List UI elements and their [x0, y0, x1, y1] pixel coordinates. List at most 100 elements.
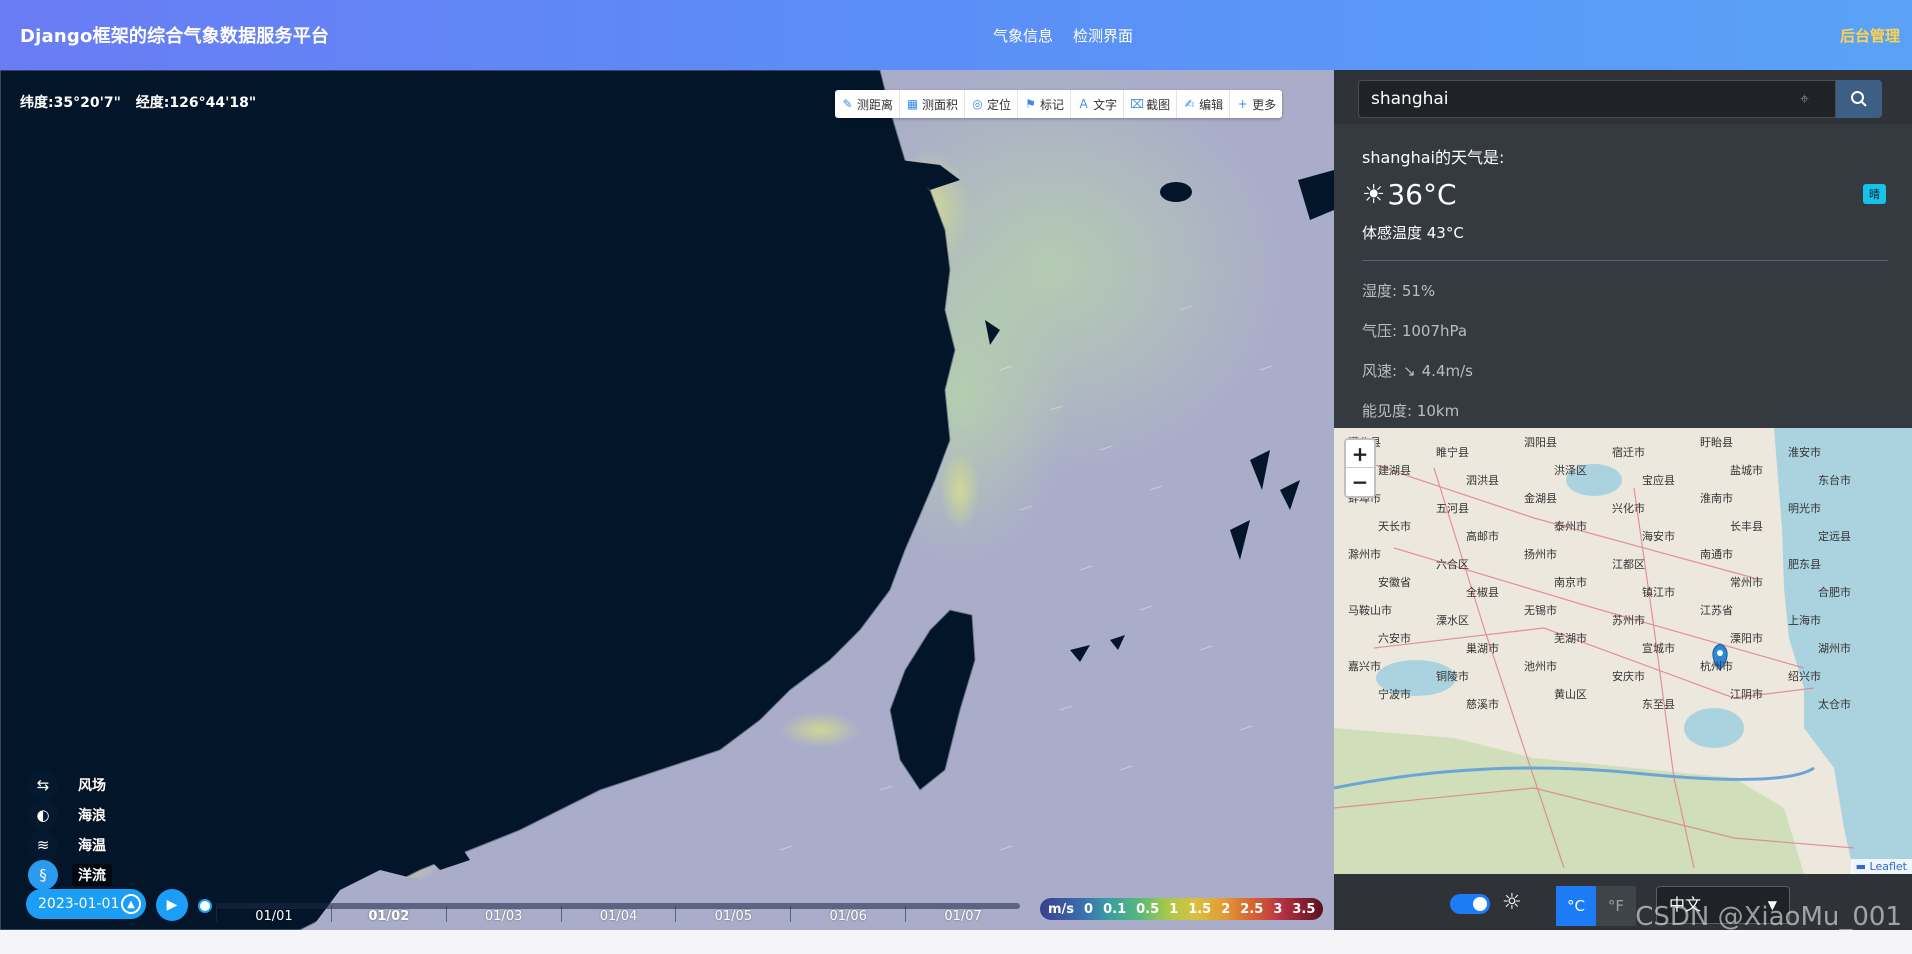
speed-legend: m/s 0 0.1 0.5 1 1.5 2 2.5 3 3.5 [1040, 898, 1324, 920]
layer-label: 海浪 [78, 808, 106, 824]
top-nav: 气象信息 检测界面 [993, 25, 1133, 46]
minimap-zoom: + − [1344, 438, 1376, 498]
unit-celsius-button[interactable]: °C [1556, 886, 1596, 926]
timeline-day[interactable]: 01/07 [905, 906, 1020, 924]
place-label: 长丰县 [1730, 520, 1763, 533]
tool-more[interactable]: + 更多 [1230, 90, 1282, 118]
place-label: 池州市 [1524, 660, 1557, 673]
legend-value: 3.5 [1292, 901, 1316, 917]
ukraine-flag-icon: ▬ [1855, 860, 1867, 873]
place-label: 南通市 [1700, 548, 1733, 561]
zoom-in-button[interactable]: + [1346, 440, 1374, 468]
layer-label: 洋流 [72, 864, 112, 886]
timeline: 2023-01-01 ▲ ▶ 01/01 01/02 01/03 01/04 0… [26, 886, 1026, 924]
timeline-day[interactable]: 01/06 [790, 906, 905, 924]
city-search: shanghai ⌖ [1358, 80, 1882, 118]
place-label: 溧阳市 [1730, 632, 1763, 645]
tool-mark[interactable]: ⚑ 标记 [1018, 90, 1072, 118]
search-input[interactable]: shanghai [1358, 80, 1836, 118]
layer-wind[interactable]: ⇆ 风场 [28, 770, 158, 800]
pressure: 气压: 1007hPa [1362, 322, 1468, 340]
layer-switcher: ⇆ 风场 ◐ 海浪 ≋ 海温 § 洋流 [28, 770, 158, 890]
place-label: 芜湖市 [1554, 632, 1587, 645]
legend-value: 2 [1221, 901, 1231, 917]
place-label: 宝应县 [1642, 474, 1675, 487]
app-title: Django框架的综合气象数据服务平台 [20, 26, 330, 47]
ruler-icon: ✎ [842, 96, 853, 111]
place-label: 江阴市 [1730, 688, 1763, 701]
tool-measure-area[interactable]: ▦ 测面积 [900, 90, 966, 118]
place-label: 盐城市 [1730, 464, 1763, 477]
app-root: Django框架的综合气象数据服务平台 气象信息 检测界面 后台管理 纬度:35… [0, 0, 1912, 954]
place-label: 苏州市 [1612, 614, 1645, 627]
weather-card: shanghai的天气是: ☀ 36°C 晴 体感温度 43°C 湿度: 51%… [1334, 124, 1912, 428]
nav-detection[interactable]: 检测界面 [1073, 25, 1133, 46]
place-label: 上海市 [1788, 614, 1821, 627]
place-label: 无锡市 [1524, 604, 1557, 617]
timeline-day[interactable]: 01/02 [330, 906, 446, 924]
tool-measure-distance[interactable]: ✎ 测距离 [835, 90, 901, 118]
layer-sea-temp[interactable]: ≋ 海温 [28, 830, 158, 860]
unit-fahrenheit-button[interactable]: °F [1596, 886, 1636, 926]
timeline-day[interactable]: 01/05 [675, 906, 790, 924]
place-label: 宿迁市 [1612, 446, 1645, 459]
location-pin-icon[interactable]: ⌖ [1800, 89, 1820, 109]
place-label: 安庆市 [1612, 670, 1645, 683]
map-toolbar: ✎ 测距离 ▦ 测面积 ◎ 定位 ⚑ 标记 A 文字 ⌧ 截图 ✍ 编辑 + 更多 [835, 90, 1283, 118]
wind-label: 风速: [1362, 362, 1398, 380]
place-label: 洪泽区 [1554, 464, 1587, 477]
crop-icon: ⌧ [1130, 96, 1144, 111]
attribution-link[interactable]: Leaflet [1870, 860, 1907, 873]
top-header: Django框架的综合气象数据服务平台 气象信息 检测界面 后台管理 [0, 0, 1912, 70]
zoom-out-button[interactable]: − [1346, 468, 1374, 496]
layer-waves[interactable]: ◐ 海浪 [28, 800, 158, 830]
page-footer [0, 930, 1912, 954]
chevron-up-icon[interactable]: ▲ [121, 894, 141, 914]
timeline-day[interactable]: 01/04 [560, 906, 676, 924]
unit-switch: °C °F [1556, 886, 1636, 926]
place-label: 泗洪县 [1466, 474, 1499, 487]
legend-unit: m/s [1048, 901, 1075, 917]
place-label: 兴化市 [1612, 502, 1645, 515]
leaflet-attribution[interactable]: ▬ Leaflet [1850, 859, 1912, 874]
main-map[interactable]: 纬度:35°20'7" 经度:126°44'18" ✎ 测距离 ▦ 测面积 ◎ 定位 … [0, 70, 1334, 930]
place-label: 明光市 [1788, 502, 1821, 515]
feels-like: 体感温度 43°C [1362, 224, 1464, 242]
text-icon: A [1079, 96, 1088, 111]
legend-value: 1.5 [1188, 901, 1212, 917]
search-button[interactable] [1836, 80, 1882, 118]
tool-label: 测面积 [922, 97, 959, 112]
timeline-day[interactable]: 01/01 [216, 906, 331, 924]
longitude-readout: 经度:126°44'18" [135, 95, 257, 111]
theme-toggle[interactable] [1450, 894, 1490, 914]
area-icon: ▦ [906, 96, 919, 111]
tool-locate[interactable]: ◎ 定位 [965, 90, 1019, 118]
date-picker[interactable]: 2023-01-01 ▲ [26, 889, 146, 919]
tool-screenshot[interactable]: ⌧ 截图 [1124, 90, 1178, 118]
place-label: 全椒县 [1466, 586, 1499, 599]
place-label: 泗阳县 [1524, 436, 1557, 449]
place-label: 慈溪市 [1466, 698, 1499, 711]
tool-edit[interactable]: ✍ 编辑 [1177, 90, 1231, 118]
timeline-day[interactable]: 01/03 [445, 906, 561, 924]
place-label: 江苏省 [1700, 604, 1733, 617]
current-temperature: ☀ 36°C [1362, 178, 1457, 211]
tool-text[interactable]: A 文字 [1071, 90, 1125, 118]
map-canvas [0, 70, 1334, 930]
play-button[interactable]: ▶ [156, 889, 188, 921]
tool-label: 截图 [1146, 97, 1171, 112]
legend-value: 0.5 [1136, 901, 1160, 917]
place-label: 淮南市 [1700, 492, 1733, 505]
play-icon: ▶ [166, 897, 178, 913]
admin-link[interactable]: 后台管理 [1840, 25, 1900, 46]
humidity: 湿度: 51% [1362, 282, 1436, 300]
visibility: 能见度: 10km [1362, 402, 1460, 420]
nav-weather-info[interactable]: 气象信息 [993, 25, 1053, 46]
place-label: 安徽省 [1378, 576, 1411, 589]
city-minimap[interactable]: 灌北县睢宁县泗阳县宿迁市盱眙县淮安市建湖县泗洪县洪泽区宝应县盐城市东台市蚌埠市五… [1334, 428, 1912, 874]
wind-icon: ⇆ [28, 770, 58, 800]
place-label: 睢宁县 [1436, 446, 1469, 459]
place-label: 高邮市 [1466, 530, 1499, 543]
place-label: 江都区 [1612, 558, 1645, 571]
timeline-handle[interactable] [198, 899, 212, 913]
